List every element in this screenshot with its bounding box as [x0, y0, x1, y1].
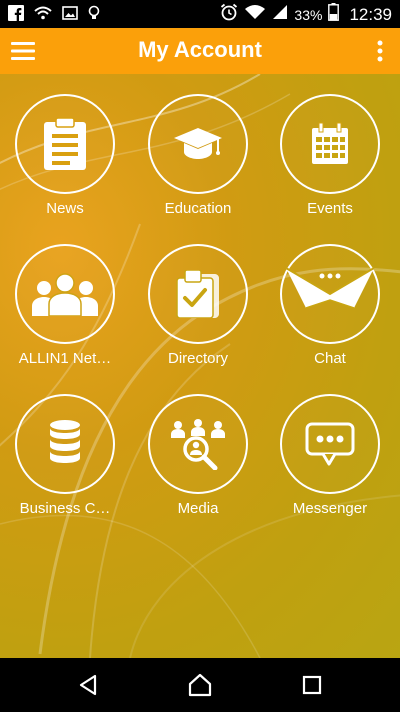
- image-icon: [62, 6, 78, 25]
- tile-chat[interactable]: Chat: [270, 244, 390, 384]
- tile-directory-circle[interactable]: [148, 244, 248, 344]
- more-vertical-icon: [377, 40, 383, 62]
- app-bar: My Account: [0, 28, 400, 74]
- clipboard-icon: [44, 117, 86, 170]
- people-group-icon: [32, 273, 98, 316]
- database-icon: [50, 420, 80, 463]
- tile-allin1-network-label: ALLIN1 Net…: [18, 350, 112, 367]
- tile-education-label: Education: [164, 200, 232, 217]
- tile-allin1-network-circle[interactable]: [15, 244, 115, 344]
- tile-business-card-circle[interactable]: [15, 394, 115, 494]
- tile-education[interactable]: Education: [138, 94, 258, 234]
- people-search-icon: [171, 419, 225, 470]
- tile-media-circle[interactable]: [148, 394, 248, 494]
- tile-chat-circle[interactable]: [280, 244, 380, 344]
- status-right: 33% 12:39: [220, 3, 392, 26]
- tile-chat-label: Chat: [314, 350, 346, 367]
- tile-news-label: News: [46, 200, 84, 217]
- wifi-signal-icon: [244, 4, 266, 25]
- tile-media-label: Media: [177, 500, 219, 517]
- envelope-icon: [285, 267, 375, 309]
- tile-business-card-label: Business C…: [19, 500, 111, 517]
- system-nav-bar: [0, 658, 400, 712]
- tile-messenger[interactable]: Messenger: [270, 394, 390, 534]
- home-button[interactable]: [185, 670, 215, 700]
- battery-percent: 33%: [294, 6, 323, 23]
- tile-events-circle[interactable]: [280, 94, 380, 194]
- recents-icon: [302, 675, 322, 695]
- tile-news-circle[interactable]: [15, 94, 115, 194]
- alarm-icon: [220, 3, 238, 26]
- tile-news[interactable]: News: [5, 94, 125, 234]
- cell-signal-icon: [272, 4, 288, 25]
- page-title: My Account: [138, 37, 262, 62]
- tile-messenger-label: Messenger: [292, 500, 368, 517]
- tile-events[interactable]: Events: [270, 94, 390, 234]
- home-icon: [188, 673, 212, 697]
- tile-directory[interactable]: Directory: [138, 244, 258, 384]
- back-button[interactable]: [73, 670, 103, 700]
- tile-business-card[interactable]: Business C…: [5, 394, 125, 534]
- overflow-menu-button[interactable]: [370, 36, 390, 66]
- tile-allin1-network[interactable]: ALLIN1 Net…: [5, 244, 125, 384]
- status-bar: 33% 12:39: [0, 0, 400, 28]
- tile-media[interactable]: Media: [138, 394, 258, 534]
- speech-bubble-icon: [305, 422, 355, 466]
- directory-check-icon: [176, 270, 219, 318]
- status-clock: 12:39: [349, 4, 392, 24]
- lightbulb-icon: [88, 5, 100, 26]
- facebook-icon: [8, 5, 24, 26]
- dashboard-content: News Education Events ALLIN1 Net… Direct…: [0, 74, 400, 658]
- status-left: [8, 5, 100, 26]
- back-icon: [79, 674, 97, 696]
- calendar-icon: [312, 122, 348, 164]
- recents-button[interactable]: [297, 670, 327, 700]
- tile-events-label: Events: [307, 200, 353, 217]
- tile-messenger-circle[interactable]: [280, 394, 380, 494]
- graduation-cap-icon: [174, 128, 222, 159]
- wifi-icon: [34, 6, 52, 25]
- tile-education-circle[interactable]: [148, 94, 248, 194]
- tile-directory-label: Directory: [167, 350, 228, 367]
- battery-icon: [328, 3, 340, 26]
